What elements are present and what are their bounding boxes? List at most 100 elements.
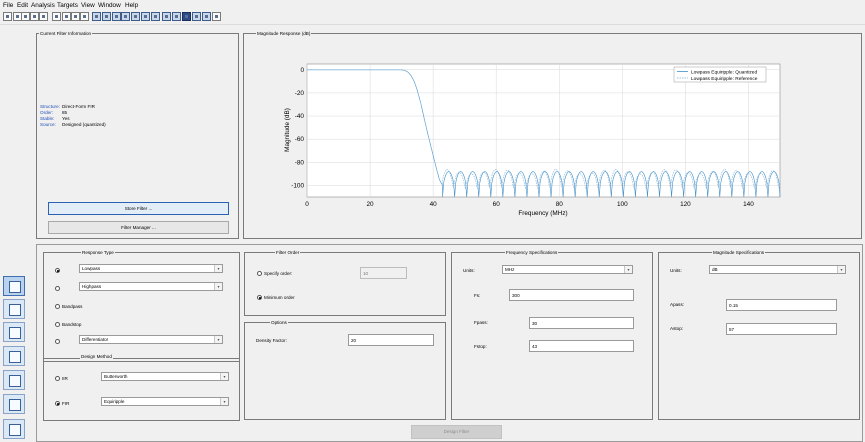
menu-analysis[interactable]: Analysis — [31, 2, 55, 9]
mag-phase-icon[interactable] — [112, 12, 121, 21]
radio-bandpass[interactable] — [55, 304, 60, 309]
magnitude-specs-title: Magnitude Specifications — [712, 250, 766, 255]
legend-quantized-label: Lowpass Equiripple: Quantized — [691, 70, 757, 76]
iir-type-value: Butterworth — [104, 374, 128, 379]
y-tick-label: -80 — [295, 159, 305, 166]
multirate-icon[interactable] — [3, 370, 25, 390]
iir-type-select[interactable]: Butterworth ▾ — [101, 372, 229, 381]
fpass-input[interactable]: 30 — [529, 317, 634, 329]
radio-differentiator[interactable] — [55, 339, 60, 344]
lowpass-select[interactable]: Lowpass ▾ — [79, 264, 223, 273]
minimum-order-label: Minimum order — [264, 295, 295, 300]
lowpass-select-value: Lowpass — [82, 266, 101, 271]
chevron-down-icon: ▾ — [837, 266, 845, 273]
iir-label: IIR — [62, 376, 68, 381]
density-factor-input[interactable]: 20 — [348, 334, 434, 346]
radio-lowpass[interactable] — [55, 268, 60, 273]
zoom-y-icon[interactable] — [71, 12, 80, 21]
radio-iir[interactable] — [55, 376, 60, 381]
source-value: Designed (quantized) — [62, 122, 106, 127]
highpass-select[interactable]: Highpass ▾ — [79, 282, 223, 291]
design-filter-button[interactable]: Design Filter — [411, 425, 502, 439]
chevron-down-icon: ▾ — [220, 398, 228, 405]
magnitude-icon[interactable] — [92, 12, 101, 21]
filter-order-title: Filter Order — [275, 250, 301, 255]
toolbar — [0, 11, 865, 25]
print-preview-icon[interactable] — [39, 12, 48, 21]
full-view-icon[interactable] — [80, 12, 89, 21]
whats-this-icon[interactable] — [212, 12, 221, 21]
magnitude-chart: 0 20 40 60 80 100 120 140 0 -20 -40 -60 -80 -100 Freq… — [284, 63, 781, 217]
cost-icon[interactable] — [192, 12, 201, 21]
order-value: 85 — [62, 110, 68, 115]
freq-units-select[interactable]: MHz ▾ — [502, 265, 633, 274]
quantize-icon[interactable] — [3, 394, 25, 414]
structure-value: Direct-Form FIR — [62, 104, 95, 109]
apass-input[interactable]: 0.15 — [726, 299, 837, 311]
y-tick-label: 0 — [300, 67, 304, 74]
astop-input[interactable]: 57 — [726, 323, 837, 335]
chevron-down-icon: ▾ — [214, 336, 222, 343]
menu-targets[interactable]: Targets — [57, 2, 78, 9]
x-tick-label: 20 — [367, 201, 375, 208]
radio-minimum-order[interactable] — [257, 295, 262, 300]
fir-type-select[interactable]: Equiripple ▾ — [101, 397, 229, 406]
store-filter-button[interactable]: Store Filter ... — [48, 202, 229, 215]
group-delay-icon[interactable] — [121, 12, 130, 21]
source-label: Source: — [40, 122, 56, 127]
coefficients-icon[interactable] — [172, 12, 181, 21]
phase-delay-icon[interactable] — [131, 12, 140, 21]
fstop-input[interactable]: 43 — [529, 340, 634, 352]
legend-icon[interactable] — [202, 12, 211, 21]
zoom-in-icon[interactable] — [52, 12, 61, 21]
fs-input[interactable]: 300 — [509, 289, 634, 301]
fir-type-value: Equiripple — [104, 399, 125, 404]
print-icon[interactable] — [30, 12, 39, 21]
response-type-panel: Response Type Lowpass ▾ Highpass ▾ Bandpas… — [43, 250, 240, 362]
menu-edit[interactable]: Edit — [17, 2, 28, 9]
fpass-label: Fpass: — [474, 320, 488, 325]
chevron-down-icon: ▾ — [220, 373, 228, 380]
chevron-down-icon: ▾ — [624, 266, 632, 273]
mag-units-label: Units: — [670, 268, 682, 273]
x-tick-label: 40 — [430, 201, 438, 208]
differentiator-select[interactable]: Differentiator ▾ — [79, 335, 223, 344]
legend-reference-label: Lowpass Equiripple: Reference — [691, 76, 758, 82]
menubar: File Edit Analysis Targets View Window H… — [0, 0, 865, 11]
fstop-label: Fstop: — [474, 344, 487, 349]
freq-units-value: MHz — [505, 267, 515, 272]
current-filter-info-panel: Current Filter Information Structure: Di… — [36, 31, 239, 239]
filter-order-panel: Filter Order Specify order: 10 Minimum o… — [244, 250, 446, 316]
menu-window[interactable]: Window — [98, 2, 121, 9]
radio-specify-order[interactable] — [257, 271, 262, 276]
phase-icon[interactable] — [102, 12, 111, 21]
radio-bandstop[interactable] — [55, 322, 60, 327]
y-tick-label: -20 — [295, 90, 305, 97]
y-tick-label: -100 — [291, 182, 304, 189]
x-tick-label: 140 — [743, 201, 754, 208]
pole-zero-editor-icon[interactable] — [3, 419, 25, 439]
info-icon[interactable] — [182, 12, 191, 21]
chevron-down-icon: ▾ — [214, 283, 222, 290]
step-icon[interactable] — [151, 12, 160, 21]
y-tick-label: -40 — [295, 113, 305, 120]
transform-icon[interactable] — [3, 299, 25, 319]
save-icon[interactable] — [21, 12, 30, 21]
density-factor-label: Density Factor: — [256, 338, 287, 343]
magnitude-response-panel: Magnitude Response (dB) 0 20 40 60 80 100 120 1… — [243, 31, 862, 239]
pole-zero-icon[interactable] — [162, 12, 171, 21]
radio-fir[interactable] — [55, 401, 60, 406]
zoom-x-icon[interactable] — [62, 12, 71, 21]
new-icon[interactable] — [3, 12, 12, 21]
menu-view[interactable]: View — [81, 2, 95, 9]
impulse-icon[interactable] — [141, 12, 150, 21]
design-filter-icon[interactable] — [3, 276, 25, 296]
realize-icon[interactable] — [3, 346, 25, 366]
specify-order-input[interactable]: 10 — [360, 267, 407, 279]
menu-help[interactable]: Help — [125, 2, 138, 9]
import-icon[interactable] — [3, 322, 25, 342]
menu-file[interactable]: File — [3, 2, 13, 9]
mag-units-select[interactable]: dB ▾ — [709, 265, 846, 274]
filter-manager-button[interactable]: Filter Manager ... — [48, 221, 229, 234]
radio-highpass[interactable] — [55, 286, 60, 291]
